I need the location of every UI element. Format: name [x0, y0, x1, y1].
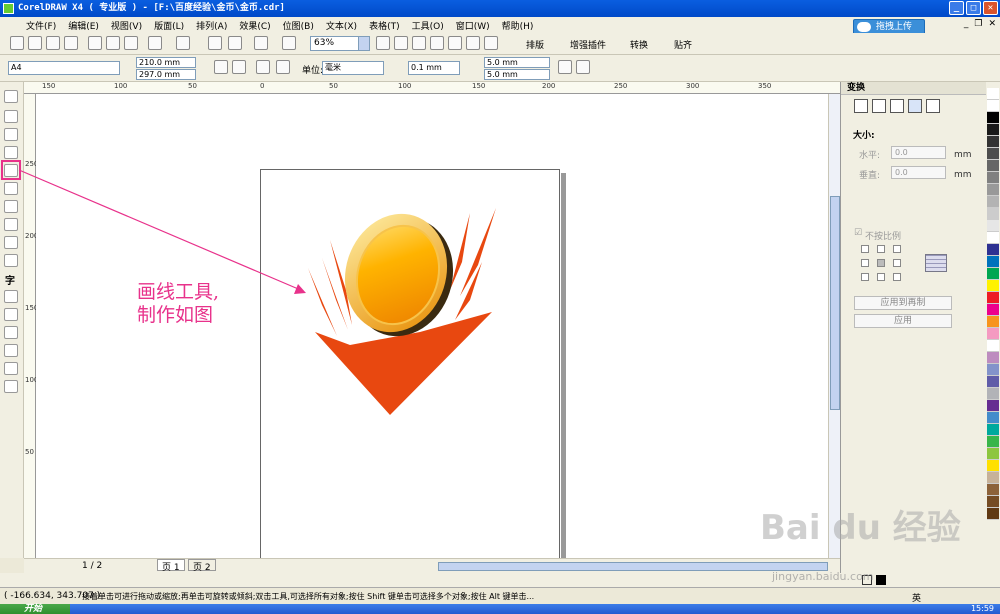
color-swatch[interactable] [987, 316, 999, 328]
nonproportional-label: 不按比例 [865, 232, 902, 242]
color-swatch[interactable] [987, 328, 999, 340]
color-swatch[interactable] [987, 424, 999, 436]
color-swatch[interactable] [987, 112, 999, 124]
color-swatch[interactable] [987, 88, 999, 100]
taskbar [0, 604, 1000, 614]
vertical-size-field[interactable]: 0.0 [891, 166, 946, 179]
horizontal-scrollbar[interactable] [438, 562, 828, 571]
flame-right-inner[interactable] [455, 262, 482, 320]
anchor-tl[interactable] [861, 245, 869, 253]
color-swatch[interactable] [987, 196, 999, 208]
horizontal-unit: mm [954, 150, 972, 160]
color-swatch[interactable] [987, 340, 999, 352]
anchor-tr[interactable] [893, 245, 901, 253]
horizontal-size-field[interactable]: 0.0 [891, 146, 946, 159]
flame-right-mid[interactable] [450, 213, 470, 290]
annotation-line-1: 画线工具, [137, 281, 220, 303]
anchor-mr[interactable] [893, 259, 901, 267]
color-swatch[interactable] [987, 304, 999, 316]
apply-button[interactable]: 应用 [854, 314, 952, 328]
color-swatch[interactable] [987, 364, 999, 376]
color-swatch[interactable] [987, 292, 999, 304]
status-hint: 接着单击可进行拖动或缩放;再单击可旋转或倾斜;双击工具,可选择所有对象;按住 S… [82, 592, 535, 601]
page-tab-1[interactable]: 页 1 [157, 559, 185, 573]
page-tab-2[interactable]: 页 2 [188, 559, 216, 573]
size-icon[interactable] [908, 99, 922, 113]
docker-title: 变换 [841, 82, 987, 95]
start-button[interactable]: 开始 [0, 604, 70, 614]
skew-icon[interactable] [926, 99, 940, 113]
vertical-unit: mm [954, 170, 972, 180]
color-swatch[interactable] [987, 508, 999, 520]
color-swatch[interactable] [987, 496, 999, 508]
annotation-line-2: 制作如图 [137, 304, 214, 326]
clock: 15:59 [970, 604, 994, 613]
color-swatch[interactable] [987, 256, 999, 268]
scale-mirror-icon[interactable] [890, 99, 904, 113]
color-swatch[interactable] [987, 472, 999, 484]
anchor-bc[interactable] [877, 273, 885, 281]
vertical-label: 垂直: [859, 171, 881, 181]
color-swatch[interactable] [987, 184, 999, 196]
horizontal-size-value: 0.0 [895, 148, 908, 157]
anchor-tc[interactable] [877, 245, 885, 253]
color-swatch[interactable] [987, 124, 999, 136]
color-swatch[interactable] [987, 232, 999, 244]
rotate-icon[interactable] [872, 99, 886, 113]
annotation-arrow [18, 169, 306, 294]
vertical-scrollbar[interactable] [828, 94, 840, 558]
watermark-url: jingyan.baidu.com [772, 570, 874, 583]
color-swatch[interactable] [987, 280, 999, 292]
color-swatch[interactable] [987, 244, 999, 256]
color-swatch[interactable] [987, 412, 999, 424]
baidu-watermark: Bai du 经验 [760, 508, 961, 548]
page-counter: 1 / 2 [82, 561, 103, 571]
preview-grid-icon [925, 254, 947, 272]
annotation-text: 画线工具, 制作如图 [137, 281, 219, 327]
color-swatch[interactable] [987, 376, 999, 388]
flame-right-outer[interactable] [460, 208, 496, 296]
vertical-scroll-thumb[interactable] [830, 196, 840, 410]
color-swatch[interactable] [987, 436, 999, 448]
nonproportional-checkbox[interactable]: ☑ [854, 228, 862, 238]
color-swatch[interactable] [987, 136, 999, 148]
color-swatch[interactable] [987, 400, 999, 412]
apply-to-duplicate-button[interactable]: 应用到再制 [854, 296, 952, 310]
color-swatch[interactable] [987, 352, 999, 364]
color-swatch[interactable] [987, 220, 999, 232]
anchor-br[interactable] [893, 273, 901, 281]
anchor-ml[interactable] [861, 259, 869, 267]
color-swatch[interactable] [987, 484, 999, 496]
color-swatch[interactable] [987, 268, 999, 280]
size-label: 大小: [853, 131, 875, 141]
color-swatch[interactable] [987, 460, 999, 472]
color-swatch[interactable] [987, 208, 999, 220]
color-swatch[interactable] [987, 100, 999, 112]
color-palette [986, 82, 1000, 573]
color-swatch[interactable] [987, 160, 999, 172]
outline-indicator-icon[interactable] [876, 575, 886, 585]
horizontal-label: 水平: [859, 151, 881, 161]
color-swatch[interactable] [987, 388, 999, 400]
anchor-bl[interactable] [861, 273, 869, 281]
ime-indicator[interactable]: 英 [912, 591, 921, 604]
color-swatch[interactable] [987, 172, 999, 184]
position-icon[interactable] [854, 99, 868, 113]
color-swatch[interactable] [987, 448, 999, 460]
flame-left-outer[interactable] [308, 268, 337, 336]
vertical-size-value: 0.0 [895, 168, 908, 177]
color-swatch[interactable] [987, 148, 999, 160]
anchor-center[interactable] [877, 259, 885, 267]
